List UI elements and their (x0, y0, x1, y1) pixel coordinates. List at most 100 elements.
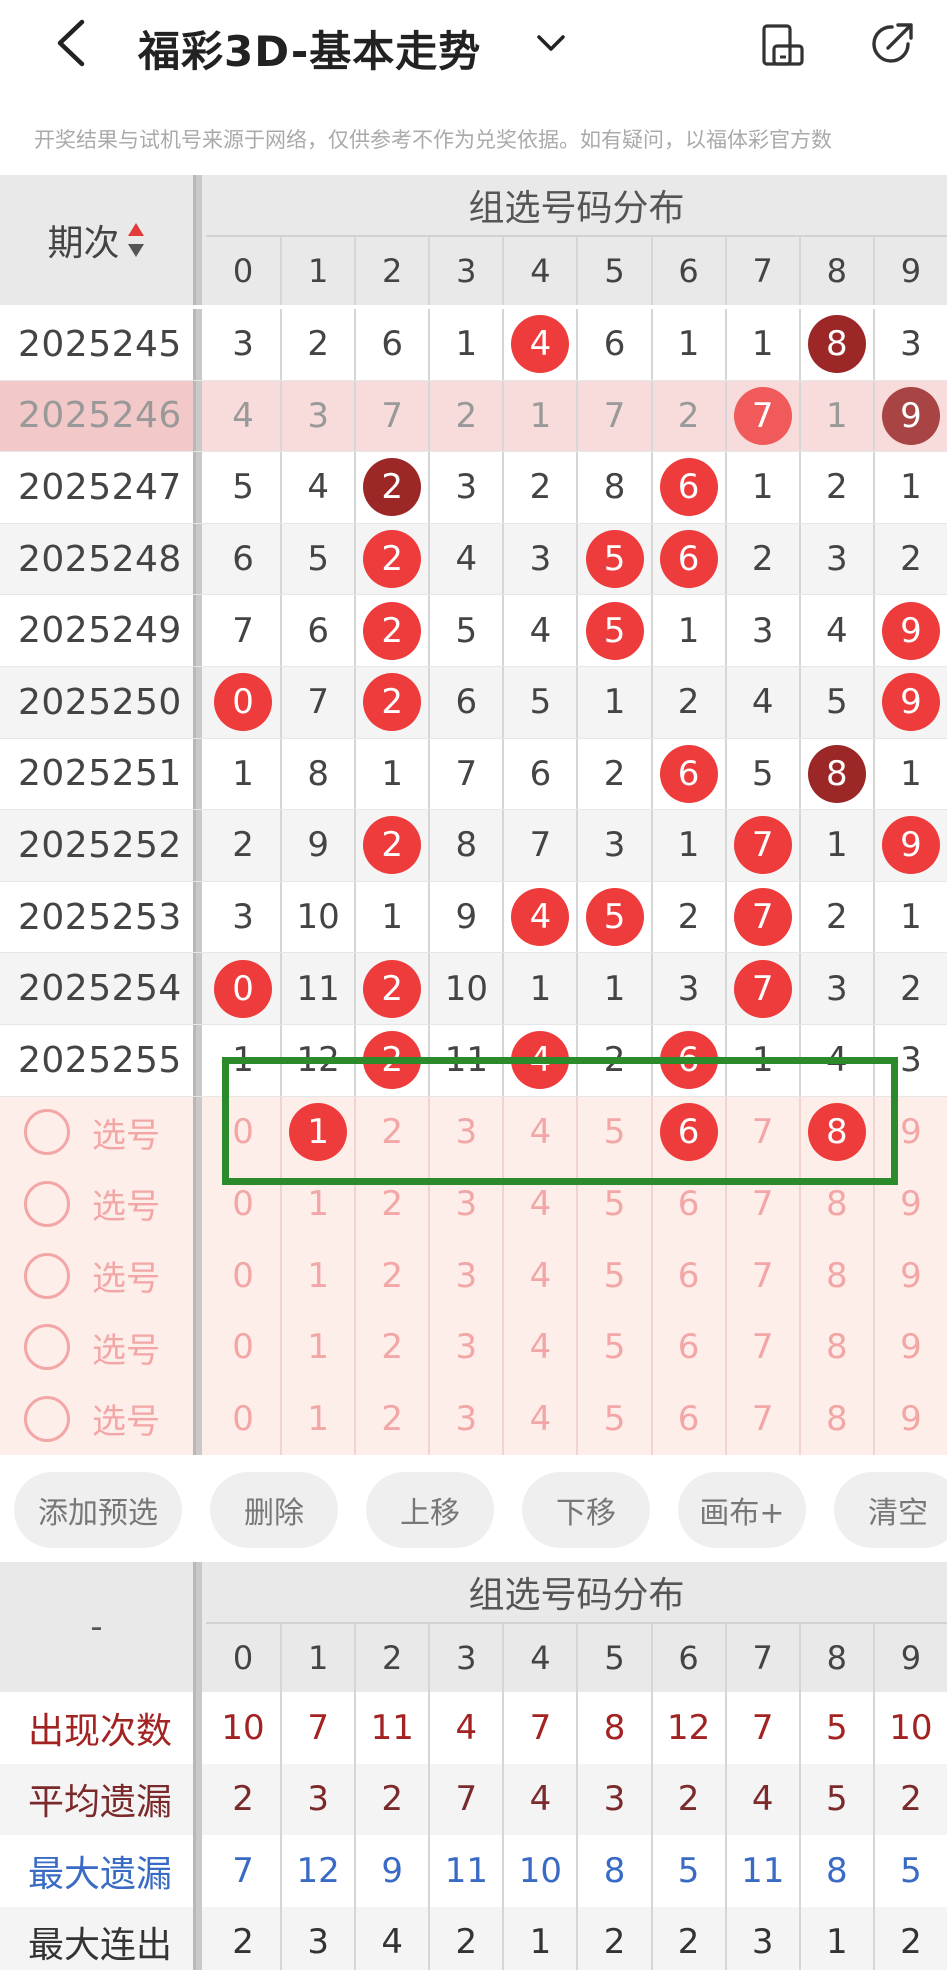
stats-row: 最大遗漏 7 12 9 11 10 8 5 11 8 5 (0, 1835, 947, 1907)
pick-digit-7[interactable]: 7 (724, 1239, 799, 1312)
table-row[interactable]: 2025249 7 6 2 5 4 5 1 3 4 9 (0, 595, 947, 667)
issue-column-header[interactable]: 期次 (0, 175, 193, 305)
back-arrow-icon[interactable] (52, 18, 92, 68)
unselected-number: 5 (603, 1255, 626, 1296)
table-row[interactable]: 2025253 3 10 1 9 4 5 2 7 2 1 (0, 881, 947, 954)
cell-digit-7: 7 (724, 380, 799, 452)
pick-radio-icon[interactable] (24, 1252, 70, 1299)
drawn-number-ball: 4 (511, 315, 570, 374)
pick-digit-3[interactable]: 3 (428, 1239, 502, 1312)
cell-digit-2: 2 (354, 595, 428, 666)
pick-digit-0[interactable]: 0 (206, 1311, 280, 1383)
pick-digit-4[interactable]: 4 (502, 1239, 576, 1312)
omission-value: 1 (825, 395, 848, 436)
table-row[interactable]: 2025245 3 2 6 1 4 6 1 1 8 3 (0, 309, 947, 381)
table-row[interactable]: 2025254 0 11 2 10 1 1 3 7 3 2 (0, 953, 947, 1025)
unselected-number: 8 (825, 1398, 848, 1439)
table-row[interactable]: 2025250 0 7 2 6 5 1 2 4 5 9 (0, 667, 947, 739)
cell-digit-9: 1 (872, 738, 947, 810)
stats-value: 8 (576, 1835, 650, 1907)
clear-button[interactable]: 清空 (834, 1472, 947, 1548)
pick-digit-8[interactable]: 8 (798, 1311, 873, 1383)
pick-digit-9[interactable]: 9 (872, 1383, 947, 1455)
pick-radio-icon[interactable] (24, 1180, 70, 1227)
drawn-number-ball: 7 (733, 816, 792, 875)
table-row[interactable]: 2025251 1 8 1 7 6 2 6 5 8 1 (0, 738, 947, 811)
omission-value: 1 (751, 324, 774, 365)
pick-radio-icon[interactable] (24, 1395, 70, 1442)
drawn-number-ball: 8 (807, 744, 866, 803)
column-divider (193, 452, 202, 523)
pick-radio-icon[interactable] (24, 1109, 70, 1156)
pick-digit-7[interactable]: 7 (724, 1311, 799, 1383)
stats-value: 7 (280, 1692, 354, 1764)
pick-digit-1[interactable]: 1 (280, 1383, 354, 1455)
pick-digit-1[interactable]: 1 (280, 1239, 354, 1312)
canvas-plus-button[interactable]: 画布+ (678, 1472, 806, 1548)
pick-row[interactable]: 选号 0 1 2 3 4 5 6 7 8 9 (0, 1383, 947, 1455)
table-row[interactable]: 2025247 5 4 2 3 2 8 6 1 2 1 (0, 452, 947, 524)
drawn-number-ball: 9 (881, 816, 940, 875)
delete-button[interactable]: 删除 (210, 1472, 338, 1548)
unselected-number: 4 (529, 1327, 552, 1368)
cell-digit-6: 2 (650, 881, 725, 953)
pick-digit-2[interactable]: 2 (354, 1383, 428, 1455)
pick-digit-8[interactable]: 8 (798, 1239, 873, 1312)
share-icon[interactable] (868, 20, 916, 68)
digit-header-6: 6 (650, 237, 725, 305)
table-row[interactable]: 2025252 2 9 2 8 7 3 1 7 1 9 (0, 810, 947, 882)
cell-digit-9: 2 (872, 523, 947, 595)
cell-digit-9: 9 (872, 667, 947, 738)
pick-digit-9[interactable]: 9 (872, 1311, 947, 1383)
pick-digit-1[interactable]: 1 (280, 1311, 354, 1383)
page-title[interactable]: 福彩3D-基本走势 (138, 18, 481, 79)
pick-digit-3[interactable]: 3 (428, 1383, 502, 1455)
cell-digit-7: 3 (724, 595, 799, 666)
table-row[interactable]: 2025248 6 5 2 4 3 5 6 2 3 2 (0, 523, 947, 596)
omission-value: 2 (529, 467, 552, 508)
pick-digit-4[interactable]: 4 (502, 1311, 576, 1383)
pick-radio-icon[interactable] (24, 1324, 70, 1371)
cell-digit-3: 2 (428, 380, 502, 452)
column-divider (193, 1311, 202, 1383)
drawn-number-ball: 2 (363, 601, 422, 660)
pick-row[interactable]: 选号 0 1 2 3 4 5 6 7 8 9 (0, 1311, 947, 1383)
cell-digit-0: 4 (206, 381, 280, 452)
pick-digit-0[interactable]: 0 (206, 1240, 280, 1312)
pick-digit-8[interactable]: 8 (798, 1383, 873, 1455)
add-preselect-button[interactable]: 添加预选 (14, 1472, 182, 1548)
stats-value: 10 (502, 1835, 576, 1907)
pick-row[interactable]: 选号 0 1 2 3 4 5 6 7 8 9 (0, 1239, 947, 1312)
stats-label: 最大连出 (27, 1925, 172, 1967)
pick-digit-2[interactable]: 2 (354, 1311, 428, 1383)
unselected-number: 2 (381, 1327, 404, 1368)
screen-orientation-icon[interactable] (760, 22, 806, 68)
chevron-down-icon[interactable] (534, 28, 568, 58)
pick-digit-9[interactable]: 9 (872, 1239, 947, 1312)
omission-value: 2 (825, 897, 848, 938)
move-up-button[interactable]: 上移 (366, 1472, 494, 1548)
cell-digit-1: 3 (280, 380, 354, 452)
table-row[interactable]: 2025246 4 3 7 2 1 7 2 7 1 9 (0, 380, 947, 453)
cell-digit-5: 6 (576, 309, 650, 380)
stats-value: 7 (232, 1850, 254, 1891)
pick-digit-2[interactable]: 2 (354, 1239, 428, 1312)
omission-value: 4 (751, 682, 774, 723)
drawn-number-ball: 5 (585, 601, 644, 660)
sort-icon[interactable] (126, 220, 146, 260)
digit-header-2: 2 (354, 1624, 428, 1692)
column-divider (193, 1239, 202, 1312)
pick-digit-3[interactable]: 3 (428, 1311, 502, 1383)
pick-digit-5[interactable]: 5 (576, 1239, 650, 1312)
pick-digit-7[interactable]: 7 (724, 1383, 799, 1455)
pick-digit-4[interactable]: 4 (502, 1383, 576, 1455)
pick-digit-6[interactable]: 6 (650, 1383, 725, 1455)
digit-header-4: 4 (502, 237, 576, 305)
move-down-button[interactable]: 下移 (522, 1472, 650, 1548)
pick-digit-6[interactable]: 6 (650, 1239, 725, 1312)
pick-digit-5[interactable]: 5 (576, 1383, 650, 1455)
pick-digit-5[interactable]: 5 (576, 1311, 650, 1383)
pick-digit-0[interactable]: 0 (206, 1383, 280, 1455)
omission-value: 1 (900, 753, 922, 794)
pick-digit-6[interactable]: 6 (650, 1311, 725, 1383)
